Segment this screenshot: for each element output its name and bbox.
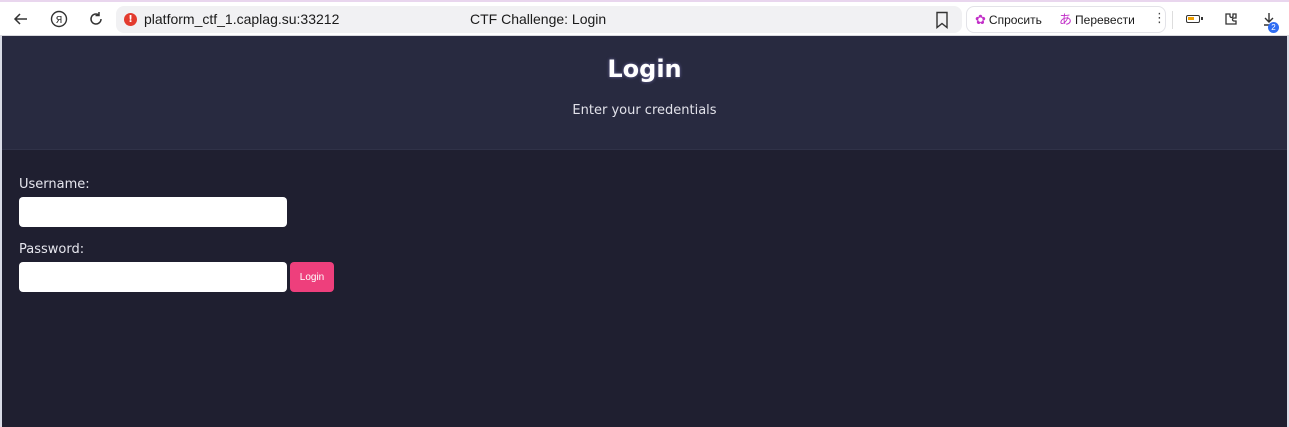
address-bar[interactable]: ! platform_ctf_1.caplag.su:33212 CTF Cha…: [116, 6, 962, 33]
extensions-icon[interactable]: [1219, 7, 1243, 31]
ask-ai-icon: ✿: [975, 12, 986, 27]
page-subtitle: Enter your credentials: [572, 103, 717, 118]
back-icon[interactable]: [9, 7, 33, 31]
battery-icon[interactable]: [1186, 15, 1203, 23]
browser-toolbar: Я ! platform_ctf_1.caplag.su:33212 CTF C…: [0, 0, 1289, 36]
downloads-count-badge: 2: [1268, 22, 1279, 33]
translate-icon: あ: [1059, 12, 1073, 27]
ask-button[interactable]: ✿ Спросить: [975, 12, 1042, 28]
username-input[interactable]: [19, 197, 287, 227]
assistant-buttons: ✿ Спросить あ Перевести ⋮: [966, 6, 1166, 33]
security-warning-icon[interactable]: !: [124, 13, 137, 26]
toolbar-divider: [1172, 11, 1173, 29]
url-text[interactable]: platform_ctf_1.caplag.su:33212: [144, 11, 339, 27]
page-title: Login: [607, 55, 682, 83]
username-label: Username:: [19, 177, 90, 192]
page-header: Login Enter your credentials: [2, 36, 1287, 150]
svg-text:Я: Я: [56, 15, 63, 26]
translate-label: Перевести: [1075, 13, 1135, 27]
tab-title: CTF Challenge: Login: [470, 11, 607, 27]
ask-label: Спросить: [988, 13, 1042, 27]
password-input[interactable]: [19, 262, 287, 292]
reload-icon[interactable]: [84, 7, 108, 31]
login-button[interactable]: Login: [290, 262, 334, 292]
yandex-logo-icon[interactable]: Я: [47, 7, 71, 31]
password-label: Password:: [19, 242, 85, 257]
more-menu-icon[interactable]: ⋮: [1153, 11, 1166, 26]
translate-button[interactable]: あ Перевести: [1059, 12, 1135, 28]
bookmark-icon[interactable]: [934, 11, 950, 29]
